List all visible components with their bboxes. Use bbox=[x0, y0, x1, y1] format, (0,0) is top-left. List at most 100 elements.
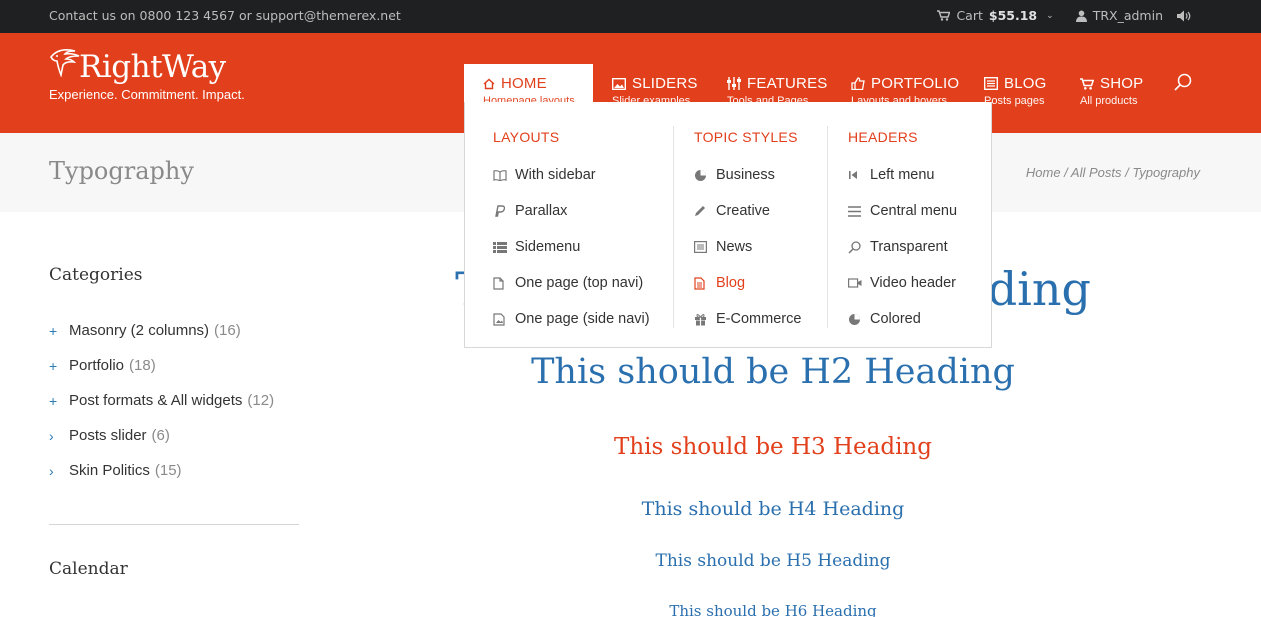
logo-name: RightWay bbox=[79, 49, 226, 85]
category-item[interactable]: › Posts slider (6) bbox=[49, 418, 299, 453]
category-item[interactable]: › Skin Politics (15) bbox=[49, 453, 299, 488]
menu-item-creative[interactable]: Creative bbox=[694, 193, 801, 229]
nav-blog[interactable]: BLOG Posts pages bbox=[984, 64, 1046, 109]
file-image-icon bbox=[493, 312, 515, 326]
top-bar-right: Cart $55.18 ⌄ TRX_admin bbox=[937, 8, 1191, 23]
cart-icon bbox=[1080, 77, 1094, 90]
menu-item-one-page-side[interactable]: One page (side navi) bbox=[493, 301, 650, 337]
menu-item-label: Business bbox=[716, 167, 775, 183]
nav-shop-sub: All products bbox=[1080, 95, 1138, 107]
pencil-icon bbox=[694, 205, 716, 217]
logo-tagline: Experience. Commitment. Impact. bbox=[49, 87, 245, 102]
category-count: (15) bbox=[154, 462, 182, 479]
menu-lines-icon bbox=[848, 205, 870, 217]
pie-chart-icon bbox=[694, 169, 716, 182]
menu-item-label: E-Commerce bbox=[716, 311, 802, 327]
nav-home-label: HOME bbox=[501, 75, 547, 92]
menu-item-label: Left menu bbox=[870, 167, 935, 183]
category-count: (16) bbox=[214, 322, 241, 339]
nav-shop-label: SHOP bbox=[1100, 75, 1144, 92]
heading-h4: This should be H4 Heading bbox=[641, 498, 905, 520]
menu-item-parallax[interactable]: Parallax bbox=[493, 193, 650, 229]
categories-list: + Masonry (2 columns) (16) + Portfolio (… bbox=[49, 313, 299, 488]
menu-column-headers: HEADERS Left menu Central menu Transpare… bbox=[848, 102, 957, 337]
search-icon bbox=[848, 240, 870, 254]
page-title: Typography bbox=[49, 157, 194, 185]
cart-amount: $55.18 bbox=[988, 8, 1038, 23]
menu-item-label: One page (side navi) bbox=[515, 311, 650, 327]
category-item[interactable]: + Masonry (2 columns) (16) bbox=[49, 313, 299, 348]
menu-divider bbox=[827, 126, 828, 328]
pie-chart-icon bbox=[848, 313, 870, 326]
home-mega-menu: LAYOUTS With sidebar Parallax Sidemenu O… bbox=[464, 102, 992, 348]
menu-item-sidemenu[interactable]: Sidemenu bbox=[493, 229, 650, 265]
heading-h2: This should be H2 Heading bbox=[531, 352, 1015, 392]
menu-column-title: LAYOUTS bbox=[493, 129, 560, 145]
menu-item-one-page-top[interactable]: One page (top navi) bbox=[493, 265, 650, 301]
category-name: Skin Politics bbox=[69, 462, 150, 479]
breadcrumb[interactable]: Home / All Posts / Typography bbox=[1026, 165, 1200, 180]
cart-link[interactable]: Cart $55.18 ⌄ bbox=[937, 8, 1054, 23]
nav-sliders-label: SLIDERS bbox=[632, 75, 698, 92]
menu-column-topic-styles: TOPIC STYLES Business Creative News Blog… bbox=[694, 102, 801, 337]
paypal-icon bbox=[493, 205, 515, 217]
menu-item-ecommerce[interactable]: E-Commerce bbox=[694, 301, 801, 337]
nav-blog-sub: Posts pages bbox=[984, 95, 1045, 107]
menu-item-video-header[interactable]: Video header bbox=[848, 265, 957, 301]
document-icon bbox=[694, 276, 716, 290]
menu-item-label: News bbox=[716, 239, 753, 255]
chevron-right-icon: › bbox=[49, 462, 54, 479]
menu-item-central-menu[interactable]: Central menu bbox=[848, 193, 957, 229]
menu-item-transparent[interactable]: Transparent bbox=[848, 229, 957, 265]
category-count: (18) bbox=[129, 357, 156, 374]
sidebar-divider bbox=[49, 524, 299, 525]
menu-item-label: Sidemenu bbox=[515, 239, 581, 255]
home-icon bbox=[483, 78, 495, 90]
heading-h6: This should be H6 Heading bbox=[669, 602, 877, 617]
category-count: (12) bbox=[247, 392, 275, 409]
video-camera-icon bbox=[848, 278, 870, 288]
menu-column-layouts: LAYOUTS With sidebar Parallax Sidemenu O… bbox=[493, 102, 650, 337]
category-item[interactable]: + Portfolio (18) bbox=[49, 348, 299, 383]
eagle-logo-icon bbox=[49, 47, 83, 77]
cart-label: Cart bbox=[956, 8, 983, 23]
nav-shop[interactable]: SHOP All products bbox=[1080, 64, 1143, 109]
image-icon bbox=[612, 77, 626, 90]
categories-title: Categories bbox=[49, 265, 143, 285]
list-icon bbox=[493, 241, 515, 253]
newspaper-icon bbox=[694, 241, 716, 253]
menu-item-blog[interactable]: Blog bbox=[694, 265, 801, 301]
chevron-right-icon: › bbox=[49, 427, 54, 444]
search-button[interactable] bbox=[1174, 73, 1192, 91]
top-bar: Contact us on 0800 123 4567 or support@t… bbox=[0, 0, 1261, 33]
menu-item-label: Creative bbox=[716, 203, 770, 219]
menu-item-business[interactable]: Business bbox=[694, 157, 801, 193]
plus-icon: + bbox=[49, 392, 58, 409]
menu-divider bbox=[673, 126, 674, 328]
category-name: Posts slider bbox=[69, 427, 147, 444]
menu-item-label: Transparent bbox=[870, 239, 948, 255]
user-link[interactable]: TRX_admin bbox=[1075, 8, 1163, 23]
nav-features-label: FEATURES bbox=[747, 75, 828, 92]
menu-item-news[interactable]: News bbox=[694, 229, 801, 265]
menu-column-title: HEADERS bbox=[848, 129, 918, 145]
menu-item-left-menu[interactable]: Left menu bbox=[848, 157, 957, 193]
chevron-down-icon: ⌄ bbox=[1046, 10, 1054, 21]
site-logo[interactable]: RightWay Experience. Commitment. Impact. bbox=[49, 49, 245, 102]
calendar-title: Calendar bbox=[49, 559, 128, 579]
thumbs-up-icon bbox=[851, 77, 865, 90]
menu-item-label: Parallax bbox=[515, 203, 568, 219]
menu-item-label: With sidebar bbox=[515, 167, 596, 183]
menu-item-label: Video header bbox=[870, 275, 957, 291]
menu-item-label: Central menu bbox=[870, 203, 958, 219]
volume-icon[interactable] bbox=[1177, 10, 1191, 22]
menu-item-with-sidebar[interactable]: With sidebar bbox=[493, 157, 650, 193]
category-count: (6) bbox=[151, 427, 170, 444]
category-item[interactable]: + Post formats & All widgets (12) bbox=[49, 383, 299, 418]
search-icon bbox=[1174, 73, 1192, 91]
heading-h3: This should be H3 Heading bbox=[614, 434, 932, 460]
menu-item-colored[interactable]: Colored bbox=[848, 301, 957, 337]
cart-icon bbox=[937, 10, 951, 21]
category-name: Portfolio bbox=[69, 357, 125, 374]
username: TRX_admin bbox=[1092, 8, 1163, 23]
